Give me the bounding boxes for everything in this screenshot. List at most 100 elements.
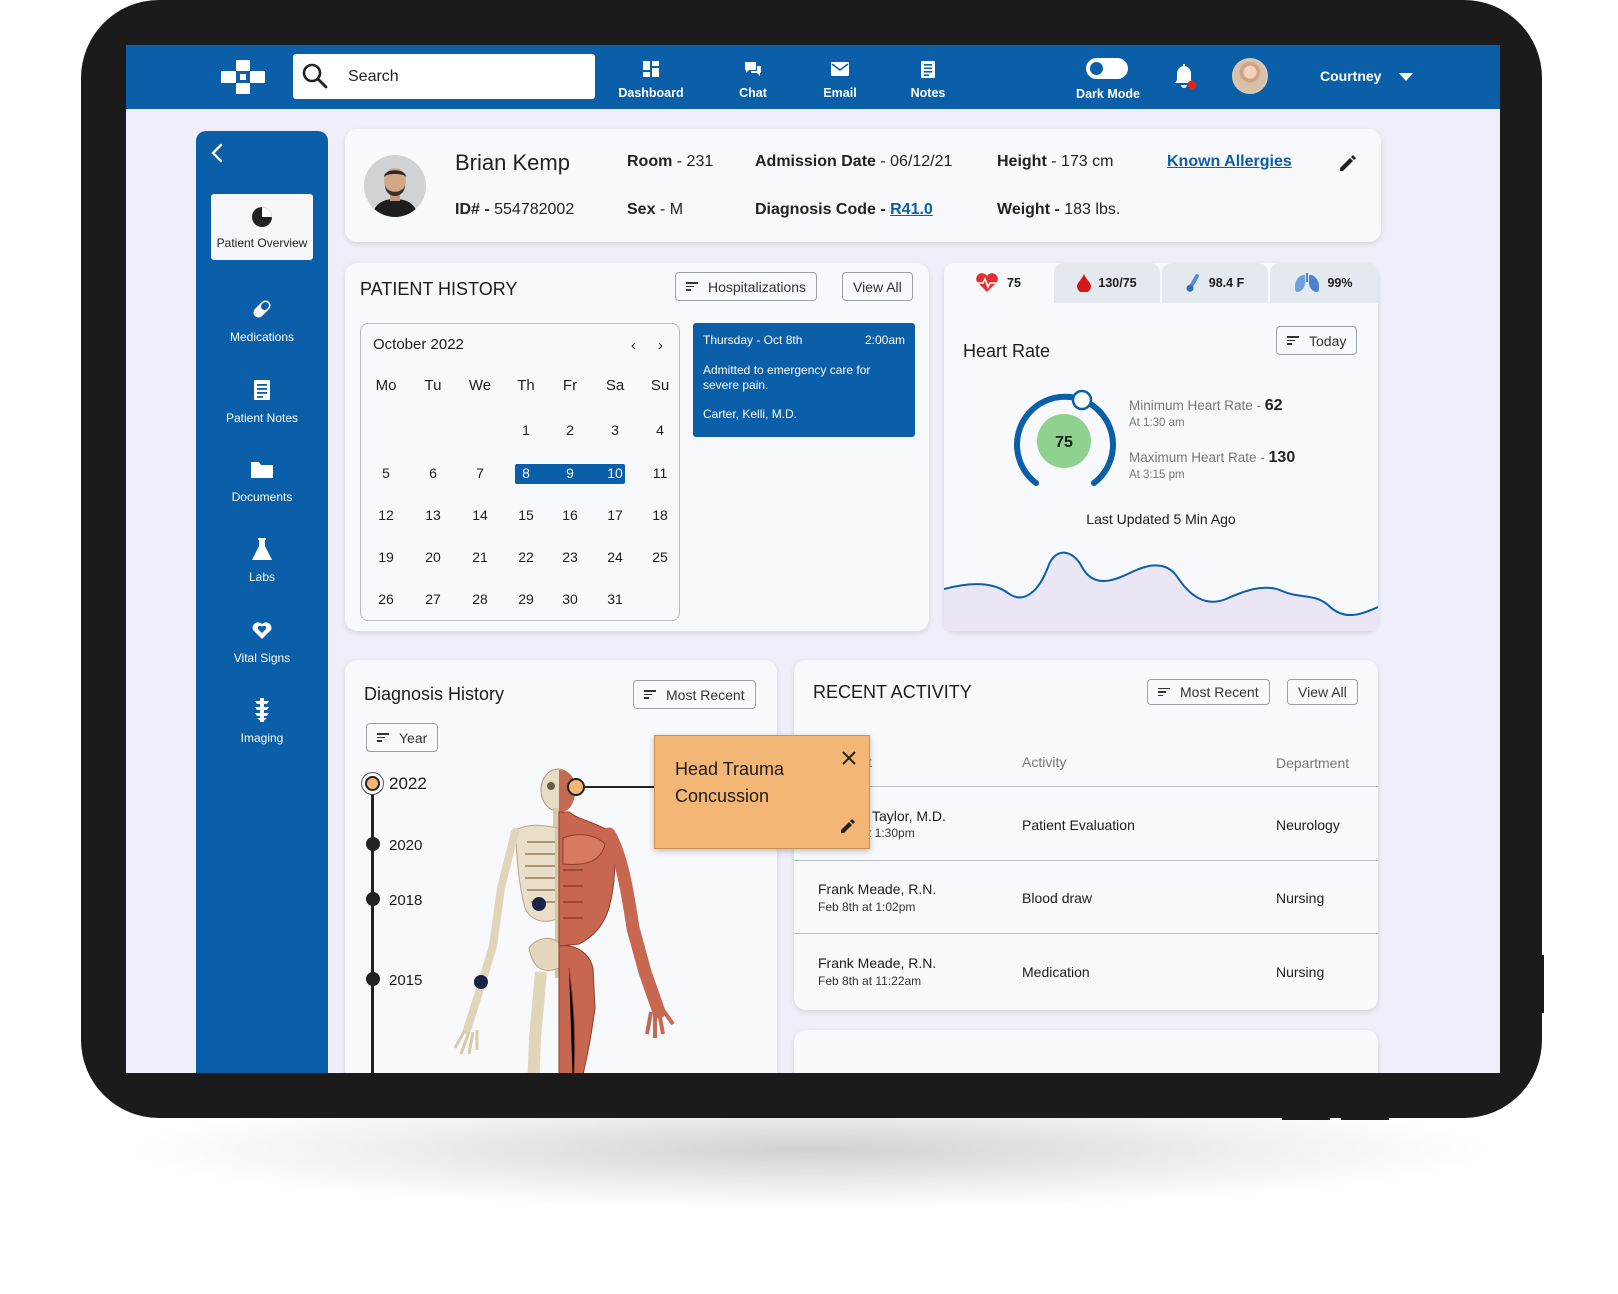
- event-header: Thursday - Oct 8th 2:00am: [703, 333, 905, 347]
- timeline-dot[interactable]: [366, 972, 380, 986]
- calendar-day[interactable]: 24: [597, 549, 633, 565]
- calendar-day[interactable]: 25: [642, 549, 678, 565]
- calendar-day[interactable]: 12: [368, 507, 404, 523]
- row-time: Feb 8th at 11:22am: [818, 974, 922, 988]
- calendar-day[interactable]: 26: [368, 591, 404, 607]
- known-allergies-link[interactable]: Known Allergies: [1167, 153, 1292, 171]
- most-recent-filter-button[interactable]: Most Recent: [633, 680, 756, 709]
- calendar-day[interactable]: 29: [508, 591, 544, 607]
- filter-icon: [1158, 686, 1170, 699]
- sidebar-item-patient-overview[interactable]: Patient Overview: [211, 194, 313, 260]
- timeline-dot[interactable]: [366, 837, 380, 851]
- timeline-year[interactable]: 2020: [389, 837, 422, 854]
- sidebar-item-vital-signs[interactable]: Vital Signs: [211, 617, 313, 665]
- calendar-day[interactable]: 17: [597, 507, 633, 523]
- sidebar-item-documents[interactable]: Documents: [211, 456, 313, 504]
- notes-icon: [921, 60, 935, 78]
- calendar-weekday: Tu: [424, 377, 442, 394]
- patient-id-value: 554782002: [494, 201, 575, 218]
- view-all-history-button[interactable]: View All: [842, 272, 913, 301]
- calendar-day[interactable]: 8: [508, 465, 544, 481]
- chevron-down-icon[interactable]: [1399, 73, 1413, 81]
- patient-history-title: PATIENT HISTORY: [360, 279, 518, 299]
- timeline-dot[interactable]: [366, 892, 380, 906]
- vital-tab-blood-pressure[interactable]: 130/75: [1054, 263, 1160, 303]
- min-heart-rate: Minimum Heart Rate - 62: [1129, 397, 1283, 415]
- filter-label: Year: [399, 729, 428, 746]
- diagnosis-popup[interactable]: Head Trauma Concussion: [654, 735, 870, 849]
- vital-tab-heart-rate[interactable]: 75: [944, 263, 1052, 303]
- nav-notes[interactable]: Notes: [883, 59, 973, 100]
- sidebar-item-medications[interactable]: Medications: [211, 296, 313, 344]
- filter-label: Most Recent: [666, 686, 745, 703]
- sidebar-item-label: Documents: [231, 490, 293, 504]
- dark-mode-toggle[interactable]: [1086, 58, 1128, 79]
- calendar-day[interactable]: 20: [415, 549, 451, 565]
- close-icon[interactable]: [841, 750, 857, 766]
- diagnosis-code-link[interactable]: R41.0: [890, 201, 933, 218]
- calendar-day[interactable]: 31: [597, 591, 633, 607]
- timeline-year[interactable]: 2022: [389, 774, 427, 794]
- vital-tab-oxygen[interactable]: 99%: [1270, 263, 1378, 303]
- nav-dashboard[interactable]: Dashboard: [606, 59, 696, 100]
- calendar-day[interactable]: 15: [508, 507, 544, 523]
- calendar-day[interactable]: 10: [597, 465, 633, 481]
- sidebar-item-label: Vital Signs: [233, 651, 291, 665]
- calendar-day[interactable]: 23: [552, 549, 588, 565]
- activity-most-recent-button[interactable]: Most Recent: [1147, 679, 1270, 705]
- activity-view-all-button[interactable]: View All: [1287, 679, 1358, 705]
- calendar-day[interactable]: 16: [552, 507, 588, 523]
- calendar-day[interactable]: 9: [552, 465, 588, 481]
- edit-pencil-icon[interactable]: [1338, 153, 1358, 173]
- notification-bell-icon[interactable]: [1172, 62, 1198, 90]
- column-header: Activity: [1022, 754, 1067, 770]
- calendar-day[interactable]: 22: [508, 549, 544, 565]
- weight-label: Weight -: [997, 201, 1065, 218]
- calendar-day[interactable]: 7: [462, 465, 498, 481]
- sidebar-item-labs[interactable]: Labs: [211, 536, 313, 584]
- hospitalizations-filter-button[interactable]: Hospitalizations: [675, 272, 818, 301]
- folder-icon: [251, 462, 273, 478]
- calendar-day[interactable]: 11: [642, 465, 678, 481]
- sidebar-item-patient-notes[interactable]: Patient Notes: [211, 377, 313, 425]
- calendar-day[interactable]: 19: [368, 549, 404, 565]
- calendar-day[interactable]: 6: [415, 465, 451, 481]
- chevron-right-icon[interactable]: ›: [658, 337, 663, 354]
- edit-pencil-icon[interactable]: [840, 818, 856, 834]
- calendar-day[interactable]: 21: [462, 549, 498, 565]
- calendar-day[interactable]: 18: [642, 507, 678, 523]
- nav-email[interactable]: Email: [795, 59, 885, 100]
- calendar-day[interactable]: 5: [368, 465, 404, 481]
- vital-tab-temperature[interactable]: 98.4 F: [1162, 263, 1268, 303]
- calendar-day[interactable]: 3: [597, 422, 633, 438]
- vital-tab-value: 98.4 F: [1208, 276, 1245, 290]
- table-divider: [794, 933, 1378, 934]
- calendar-day[interactable]: 28: [462, 591, 498, 607]
- calendar-day[interactable]: 14: [462, 507, 498, 523]
- calendar-day[interactable]: 2: [552, 422, 588, 438]
- user-name[interactable]: Courtney: [1320, 68, 1381, 84]
- lungs-icon: [1295, 273, 1320, 292]
- search-input[interactable]: Search: [293, 54, 595, 99]
- pill-icon: [253, 300, 271, 318]
- calendar-day[interactable]: 1: [508, 422, 544, 438]
- calendar-day[interactable]: 30: [552, 591, 588, 607]
- calendar-day[interactable]: 27: [415, 591, 451, 607]
- chevron-left-icon[interactable]: ‹: [631, 337, 636, 354]
- calendar-day[interactable]: 4: [642, 422, 678, 438]
- user-avatar[interactable]: [1232, 58, 1268, 94]
- sidebar: Patient Overview Medications Patient Not…: [196, 131, 328, 1073]
- hospitalization-event-card[interactable]: Thursday - Oct 8th 2:00am Admitted to em…: [693, 323, 915, 437]
- room-value: - 231: [672, 153, 714, 170]
- nav-chat[interactable]: Chat: [708, 59, 798, 100]
- today-filter-button[interactable]: Today: [1276, 326, 1358, 355]
- row-activity: Blood draw: [1022, 890, 1093, 906]
- timeline-year[interactable]: 2018: [389, 892, 422, 909]
- patient-id-label: ID# -: [455, 201, 495, 218]
- sidebar-item-imaging[interactable]: Imaging: [211, 697, 313, 745]
- timeline-year[interactable]: 2015: [389, 972, 422, 989]
- calendar-weekday: Th: [517, 377, 535, 394]
- chevron-left-icon[interactable]: [210, 143, 226, 163]
- calendar-day[interactable]: 13: [415, 507, 451, 523]
- year-filter-button[interactable]: Year: [366, 723, 439, 752]
